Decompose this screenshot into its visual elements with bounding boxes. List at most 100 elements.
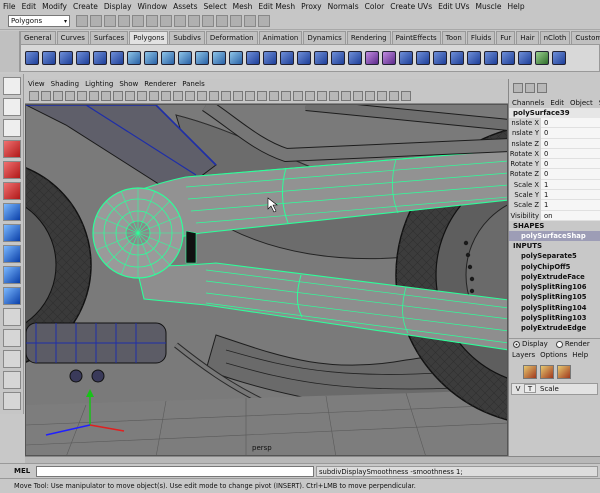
bookmark-icon[interactable] [53,91,63,101]
show-manip-icon[interactable] [2,245,21,263]
layer-visibility-toggle[interactable]: V [512,385,524,393]
scale-tool-icon[interactable] [2,182,21,200]
gate-mask-icon[interactable] [377,91,387,101]
tab-animation[interactable]: Animation [258,31,303,44]
layer-row[interactable]: V T Scale [511,382,598,395]
tab-curves[interactable]: Curves [56,31,89,44]
attr-translate-x[interactable]: nslate X0 [509,118,600,129]
input-node[interactable]: polyExtrudeFace [509,272,600,282]
spherical-map-icon[interactable] [484,51,498,65]
attr-scale-z[interactable]: Scale Z1 [509,200,600,211]
textured-icon[interactable] [185,91,195,101]
channel-menu-object[interactable]: Object [570,99,593,107]
command-input[interactable] [36,465,314,477]
sculpt-icon[interactable] [535,51,549,65]
select-object-icon[interactable] [132,15,144,27]
poly-prism-icon[interactable] [127,51,141,65]
wireframe-icon[interactable] [137,91,147,101]
panel-menu-show[interactable]: Show [116,80,141,88]
film-gate-icon[interactable] [89,91,99,101]
poly-torus-icon[interactable] [110,51,124,65]
hud-icon[interactable] [233,91,243,101]
backface-icon[interactable] [257,91,267,101]
ortho-icon[interactable] [353,91,363,101]
bridge-icon[interactable] [263,51,277,65]
isolate-select-icon[interactable] [221,91,231,101]
xray-icon[interactable] [173,91,183,101]
menu-help[interactable]: Help [505,2,528,11]
attr-translate-z[interactable]: nslate Z0 [509,138,600,149]
menu-window[interactable]: Window [135,2,171,11]
layer-options-icon[interactable] [557,364,571,379]
tab-hair[interactable]: Hair [516,31,539,44]
snap-curve-icon[interactable] [174,15,186,27]
dof-icon[interactable] [341,91,351,101]
poly-plane-icon[interactable] [93,51,107,65]
boolean-icon[interactable] [229,51,243,65]
panel-menu-panels[interactable]: Panels [179,80,208,88]
safe-action-icon[interactable] [113,91,123,101]
show-channel-box-icon[interactable] [513,83,523,93]
tab-polygons[interactable]: Polygons [129,31,169,44]
automatic-map-icon[interactable] [501,51,515,65]
separate-icon[interactable] [195,51,209,65]
camera-icon[interactable] [29,91,39,101]
history-icon[interactable] [216,15,228,27]
shelf-options[interactable] [0,31,20,72]
tab-rendering[interactable]: Rendering [346,31,391,44]
channel-menu-channels[interactable]: Channels [512,99,544,107]
high-quality-icon[interactable] [245,91,255,101]
tab-general[interactable]: General [20,31,56,44]
append-polygon-icon[interactable] [280,51,294,65]
field-chart-icon[interactable] [389,91,399,101]
single-view-layout-icon[interactable] [2,266,21,284]
menu-edit-uvs[interactable]: Edit UVs [435,2,472,11]
poly-cone-icon[interactable] [76,51,90,65]
snap-point-icon[interactable] [188,15,200,27]
frame-selected-icon[interactable] [293,91,303,101]
input-node[interactable]: polySplitRing106 [509,282,600,292]
attr-scale-y[interactable]: Scale Y1 [509,190,600,201]
collapse-icon[interactable] [382,51,396,65]
layer-menu-help[interactable]: Help [572,351,588,359]
tab-deformation[interactable]: Deformation [205,31,258,44]
display-layer-radio[interactable] [513,340,520,348]
show-tool-settings-icon[interactable] [537,83,547,93]
input-node[interactable]: polySplitRing104 [509,303,600,313]
select-component-icon[interactable] [146,15,158,27]
object-name[interactable]: polySurface39 [509,108,600,118]
poly-pyramid-icon[interactable] [144,51,158,65]
menu-select[interactable]: Select [201,2,230,11]
render-icon[interactable] [230,15,242,27]
layer-type-toggle[interactable]: T [524,384,536,394]
reverse-normals-icon[interactable] [399,51,413,65]
merge-icon[interactable] [365,51,379,65]
wireframe-on-shaded-icon[interactable] [161,91,171,101]
menu-assets[interactable]: Assets [170,2,200,11]
time-slider[interactable] [25,456,600,463]
soft-mod-icon[interactable] [2,224,21,242]
input-node[interactable]: polyChipOff5 [509,262,600,272]
tab-subdivs[interactable]: Subdivs [169,31,205,44]
tab-painteffects[interactable]: PaintEffects [391,31,441,44]
tab-fluids[interactable]: Fluids [466,31,496,44]
menu-mesh[interactable]: Mesh [230,2,256,11]
lasso-tool-icon[interactable] [2,98,21,116]
layer-menu-options[interactable]: Options [540,351,567,359]
resolution-gate-icon[interactable] [101,91,111,101]
new-scene-icon[interactable] [76,15,88,27]
snap-plane-icon[interactable] [202,15,214,27]
panel-menu-lighting[interactable]: Lighting [82,80,116,88]
input-node[interactable]: polySplitRing105 [509,292,600,302]
universal-manip-icon[interactable] [2,203,21,221]
motion-blur-icon[interactable] [317,91,327,101]
lights-icon[interactable] [197,91,207,101]
open-scene-icon[interactable] [90,15,102,27]
perspective-viewport[interactable]: persp [25,104,508,456]
command-language-label[interactable]: MEL [0,467,36,475]
persp-icon[interactable] [365,91,375,101]
attr-scale-x[interactable]: Scale X1 [509,179,600,191]
attr-translate-y[interactable]: nslate Y0 [509,128,600,139]
menu-edit-mesh[interactable]: Edit Mesh [255,2,298,11]
menu-modify[interactable]: Modify [39,2,70,11]
